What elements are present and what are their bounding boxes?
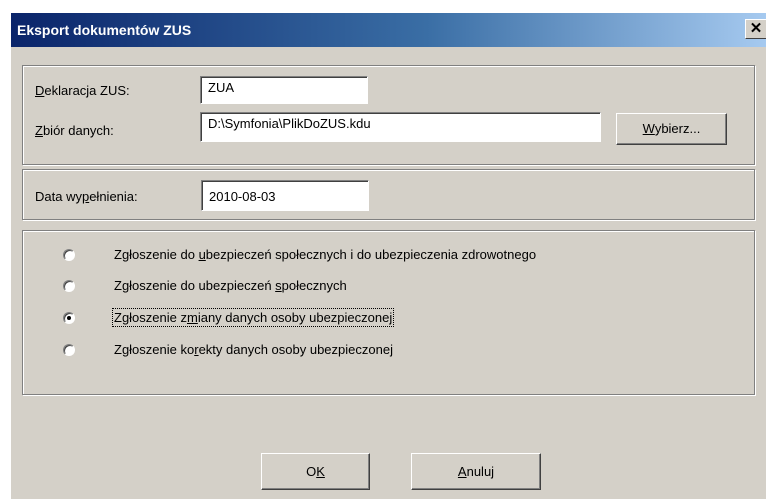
declaration-value: ZUA — [208, 80, 234, 95]
declaration-label: Deklaracja ZUS: — [35, 83, 130, 98]
dataset-input[interactable]: D:\Symfonia\PlikDoZUS.kdu — [200, 112, 601, 142]
cancel-button[interactable]: Anuluj — [411, 453, 541, 490]
dataset-value: D:\Symfonia\PlikDoZUS.kdu — [208, 116, 371, 131]
fill-date-value: 2010-08-03 — [209, 189, 276, 204]
radio-button[interactable] — [63, 344, 75, 356]
title-bar[interactable]: Eksport dokumentów ZUS ✕ — [11, 13, 766, 47]
radio-button-selected[interactable] — [63, 312, 75, 324]
close-button[interactable]: ✕ — [745, 19, 766, 39]
declaration-input[interactable]: ZUA — [200, 76, 368, 104]
fill-date-label: Data wypełnienia: — [35, 189, 138, 204]
fill-date-input[interactable]: 2010-08-03 — [201, 180, 369, 211]
choose-file-button[interactable]: Wybierz... — [616, 113, 727, 145]
radio-button[interactable] — [63, 280, 75, 292]
close-icon: ✕ — [749, 20, 763, 37]
ok-button[interactable]: OK — [261, 453, 370, 490]
radio-button[interactable] — [63, 249, 75, 261]
dialog-title: Eksport dokumentów ZUS — [17, 22, 192, 38]
dataset-label: Zbiór danych: — [35, 123, 114, 138]
export-dialog: Eksport dokumentów ZUS ✕ Deklaracja ZUS:… — [10, 12, 766, 499]
